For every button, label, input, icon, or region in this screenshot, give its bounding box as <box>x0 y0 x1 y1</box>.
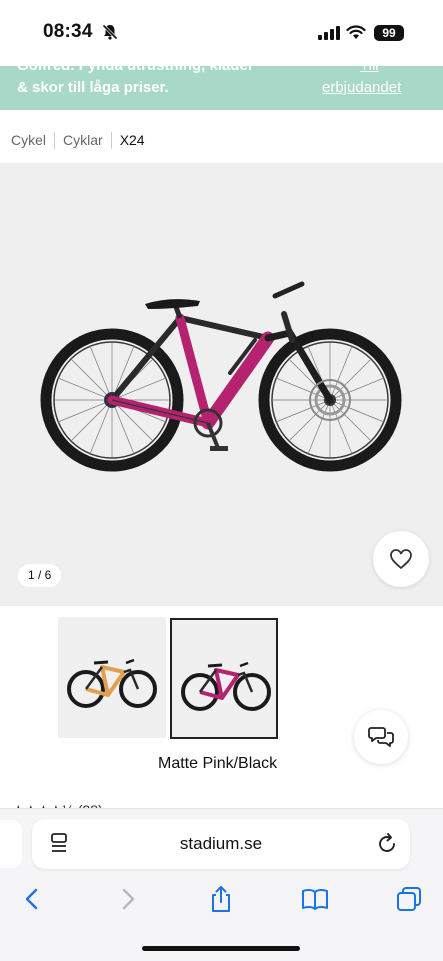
favorite-button[interactable] <box>373 531 429 587</box>
breadcrumb: Cykel Cyklar X24 <box>11 131 145 149</box>
bell-muted-icon <box>102 24 118 40</box>
chat-button[interactable] <box>354 710 408 764</box>
promo-banner[interactable]: Golfred. Fynda utrustning, kläder & skor… <box>0 66 443 110</box>
variant-thumbnail-pink[interactable] <box>170 618 278 739</box>
status-bar: 08:34 99 <box>0 0 443 66</box>
previous-tab-preview[interactable] <box>0 820 22 868</box>
product-image-gallery[interactable]: 1 / 6 <box>0 163 443 606</box>
bike-thumbnail-image <box>181 661 271 711</box>
share-icon[interactable] <box>207 885 235 913</box>
image-counter: 1 / 6 <box>18 564 62 587</box>
url-text: stadium.se <box>179 834 263 853</box>
cellular-signal-icon <box>318 26 340 40</box>
battery-indicator: 99 <box>374 25 404 41</box>
wifi-icon <box>346 25 366 39</box>
chat-bubbles-icon <box>368 727 394 747</box>
bike-product-image <box>40 281 402 472</box>
home-indicator <box>142 946 300 951</box>
breadcrumb-item-cykel[interactable]: Cykel <box>11 132 46 148</box>
promo-text-line2: & skor till låga priser. <box>17 79 169 96</box>
variant-name: Matte Pink/Black <box>158 755 278 772</box>
variant-thumbnail-orange[interactable] <box>58 617 166 738</box>
heart-icon <box>390 549 412 569</box>
breadcrumb-item-current: X24 <box>119 132 145 148</box>
variant-section: Matte Pink/Black ★★★★½ (28) <box>0 606 443 808</box>
browser-toolbar: stadium.se <box>0 808 443 961</box>
bike-thumbnail-image <box>67 658 157 708</box>
bookmarks-icon[interactable] <box>301 885 329 913</box>
breadcrumb-separator <box>54 131 56 149</box>
promo-link-line1[interactable]: Till <box>360 66 379 74</box>
breadcrumb-item-cyklar[interactable]: Cyklar <box>63 132 103 148</box>
forward-icon[interactable] <box>114 885 142 913</box>
status-time: 08:34 <box>43 21 93 42</box>
promo-text-line1: Golfred. Fynda utrustning, kläder <box>17 66 254 74</box>
reload-icon[interactable] <box>376 833 398 855</box>
back-icon[interactable] <box>18 885 46 913</box>
tabs-icon[interactable] <box>395 885 423 913</box>
breadcrumb-separator <box>110 131 112 149</box>
promo-link-line2[interactable]: erbjudandet <box>322 79 401 96</box>
address-bar[interactable]: stadium.se <box>32 819 410 869</box>
